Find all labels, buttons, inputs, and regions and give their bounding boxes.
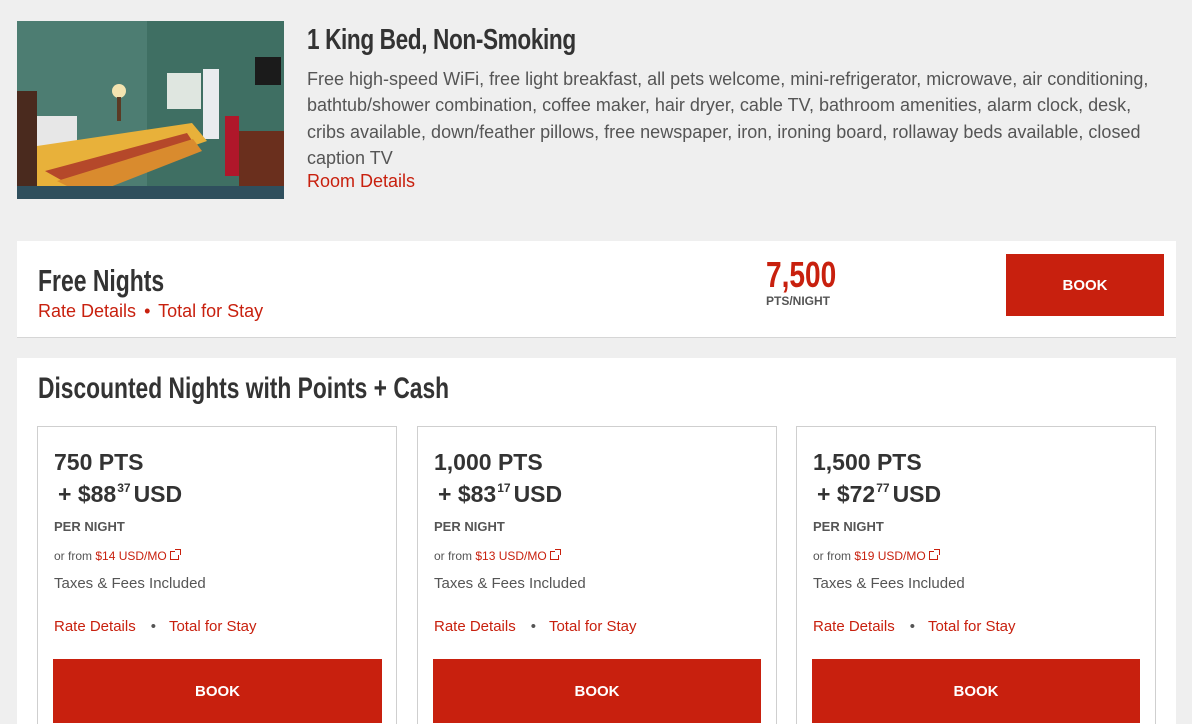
total-for-stay-link[interactable]: Total for Stay — [928, 618, 1016, 635]
or-from-label: or from — [54, 549, 96, 563]
room-title: 1 King Bed, Non-Smoking — [307, 24, 576, 56]
cash-dollars: + $83 — [438, 481, 497, 507]
total-for-stay-link[interactable]: Total for Stay — [549, 618, 637, 635]
cash-currency: USD — [892, 481, 942, 507]
rate-card: 1,500 PTS + $7277 USD PER NIGHT or from $… — [796, 426, 1156, 724]
rate-details-link[interactable]: Rate Details — [813, 618, 895, 635]
card-points: 750 PTS — [54, 449, 144, 475]
rate-details-link[interactable]: Rate Details — [54, 618, 136, 635]
card-cash-price: + $8317 USD — [438, 481, 562, 508]
external-link-icon — [928, 549, 940, 560]
book-button[interactable]: BOOK — [812, 659, 1140, 723]
book-button[interactable]: BOOK — [53, 659, 382, 723]
monthly-financing: or from $13 USD/MO — [434, 549, 561, 563]
link-separator: • — [150, 618, 156, 635]
per-night-label: PER NIGHT — [54, 519, 125, 534]
or-from-label: or from — [813, 549, 855, 563]
card-links: Rate Details • Total for Stay — [434, 618, 637, 635]
cash-cents: 77 — [876, 481, 890, 495]
cash-cents: 17 — [497, 481, 511, 495]
free-nights-book-button[interactable]: BOOK — [1006, 254, 1164, 316]
card-links: Rate Details • Total for Stay — [54, 618, 257, 635]
taxes-note: Taxes & Fees Included — [54, 575, 206, 592]
monthly-financing: or from $14 USD/MO — [54, 549, 181, 563]
monthly-amount-link[interactable]: $19 USD/MO — [854, 549, 925, 563]
points-cash-panel: Discounted Nights with Points + Cash 750… — [17, 358, 1176, 724]
cash-dollars: + $88 — [58, 481, 117, 507]
card-points: 1,500 PTS — [813, 449, 922, 475]
monthly-amount-link[interactable]: $14 USD/MO — [95, 549, 166, 563]
taxes-note: Taxes & Fees Included — [434, 575, 586, 592]
link-separator: • — [909, 618, 915, 635]
per-night-label: PER NIGHT — [813, 519, 884, 534]
book-button[interactable]: BOOK — [433, 659, 761, 723]
room-photo[interactable] — [17, 21, 284, 199]
card-cash-price: + $8837 USD — [58, 481, 182, 508]
monthly-amount-link[interactable]: $13 USD/MO — [475, 549, 546, 563]
rate-card: 750 PTS + $8837 USD PER NIGHT or from $14… — [37, 426, 397, 724]
external-link-icon — [169, 549, 181, 560]
card-points: 1,000 PTS — [434, 449, 543, 475]
rate-details-link[interactable]: Rate Details — [38, 301, 136, 321]
points-unit: PTS/NIGHT — [766, 294, 831, 308]
external-link-icon — [549, 549, 561, 560]
link-separator: • — [144, 301, 151, 321]
or-from-label: or from — [434, 549, 476, 563]
free-nights-title: Free Nights — [38, 263, 165, 298]
rate-details-link[interactable]: Rate Details — [434, 618, 516, 635]
points-price: 7,500 PTS/NIGHT — [766, 254, 856, 309]
room-details-link[interactable]: Room Details — [307, 171, 415, 192]
cash-dollars: + $72 — [817, 481, 876, 507]
monthly-financing: or from $19 USD/MO — [813, 549, 940, 563]
cash-currency: USD — [513, 481, 563, 507]
room-amenities: Free high-speed WiFi, free light breakfa… — [307, 69, 1149, 168]
free-nights-links: Rate Details • Total for Stay — [38, 301, 263, 322]
card-cash-price: + $7277 USD — [817, 481, 941, 508]
per-night-label: PER NIGHT — [434, 519, 505, 534]
rate-card: 1,000 PTS + $8317 USD PER NIGHT or from $… — [417, 426, 777, 724]
points-amount: 7,500 — [766, 254, 837, 295]
link-separator: • — [530, 618, 536, 635]
total-for-stay-link[interactable]: Total for Stay — [169, 618, 257, 635]
taxes-note: Taxes & Fees Included — [813, 575, 965, 592]
total-for-stay-link[interactable]: Total for Stay — [158, 301, 263, 321]
points-cash-title: Discounted Nights with Points + Cash — [38, 372, 450, 405]
room-header: 1 King Bed, Non-Smoking Free high-speed … — [0, 0, 1192, 220]
cash-cents: 37 — [117, 481, 131, 495]
card-links: Rate Details • Total for Stay — [813, 618, 1016, 635]
free-nights-panel: Free Nights Rate Details • Total for Sta… — [17, 241, 1176, 338]
cash-currency: USD — [133, 481, 183, 507]
